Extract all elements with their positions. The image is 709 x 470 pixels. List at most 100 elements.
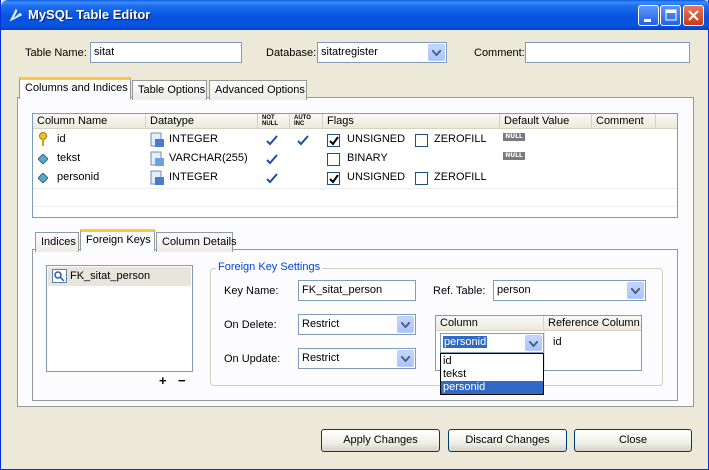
ref-table-value: person <box>497 284 531 296</box>
maximize-button[interactable] <box>660 5 681 26</box>
foreign-key-name: FK_sitat_person <box>70 270 151 282</box>
dropdown-option-tekst[interactable]: tekst <box>441 368 543 381</box>
reference-column-cell[interactable]: id <box>553 336 562 348</box>
chevron-down-icon <box>401 356 410 362</box>
minimize-button[interactable] <box>638 5 659 26</box>
close-window-button[interactable] <box>683 5 704 26</box>
apply-changes-button[interactable]: Apply Changes <box>321 429 440 452</box>
mapping-column-dropdown-button[interactable] <box>525 335 542 351</box>
not-null-check-icon[interactable] <box>266 154 278 165</box>
default-null-badge[interactable]: NULL <box>503 152 525 160</box>
database-dropdown-button[interactable] <box>428 44 445 61</box>
header-default-value[interactable]: Default Value <box>500 114 592 129</box>
column-mapping-header: Column Reference Column <box>436 316 641 331</box>
mapping-column-dropdown-list[interactable]: id tekst personid <box>440 353 544 395</box>
header-mapping-column[interactable]: Column <box>436 316 544 331</box>
comment-label: Comment: <box>474 47 525 59</box>
tab-advanced-options[interactable]: Advanced Options <box>209 80 307 100</box>
table-row[interactable]: id INTEGER UNSIGNED ZEROFILL NULL <box>33 131 677 149</box>
row-divider <box>33 206 677 207</box>
columns-grid[interactable]: Column Name Datatype NOT NULL AUTO INC Fla… <box>32 113 678 218</box>
title-bar[interactable]: MySQL Table Editor <box>1 0 709 30</box>
header-flags[interactable]: Flags <box>323 114 500 129</box>
mapping-column-select[interactable]: personid <box>440 333 544 353</box>
column-name-cell: id <box>57 133 66 145</box>
dropdown-option-id[interactable]: id <box>441 355 543 368</box>
tab-foreign-keys[interactable]: Foreign Keys <box>80 229 155 251</box>
unsigned-label: UNSIGNED <box>347 171 406 183</box>
database-select[interactable]: sitatregister <box>317 42 447 63</box>
datatype-cell: VARCHAR(255) <box>169 152 248 164</box>
columns-grid-header: Column Name Datatype NOT NULL AUTO INC Fla… <box>33 114 677 129</box>
not-null-check-icon[interactable] <box>266 173 278 184</box>
on-delete-select[interactable]: Restrict <box>298 314 416 335</box>
add-foreign-key-button[interactable]: + <box>159 373 167 388</box>
close-icon <box>688 10 699 21</box>
table-row[interactable]: personid INTEGER UNSIGNED ZEROFILL <box>33 169 677 187</box>
tab-table-options[interactable]: Table Options <box>132 80 207 100</box>
dropdown-option-personid[interactable]: personid <box>441 381 543 394</box>
zerofill-checkbox[interactable] <box>415 172 428 185</box>
on-update-value: Restrict <box>302 352 340 364</box>
header-not-null-line2: NULL <box>262 121 278 127</box>
ref-table-dropdown-button[interactable] <box>627 282 644 299</box>
on-delete-dropdown-button[interactable] <box>397 316 414 333</box>
ref-table-label: Ref. Table: <box>433 285 486 297</box>
list-item[interactable]: FK_sitat_person <box>48 267 191 286</box>
table-name-label: Table Name: <box>25 47 87 59</box>
database-value: sitatregister <box>321 46 378 58</box>
tab-column-details[interactable]: Column Details <box>156 232 237 252</box>
header-auto-inc[interactable]: AUTO INC <box>290 114 323 129</box>
datatype-integer-icon <box>150 132 164 147</box>
header-column-name[interactable]: Column Name <box>33 114 146 129</box>
mapping-column-value: personid <box>443 336 488 348</box>
chevron-down-icon <box>631 288 640 294</box>
datatype-cell: INTEGER <box>169 133 218 145</box>
maximize-icon <box>665 9 677 21</box>
not-null-check-icon[interactable] <box>266 135 278 146</box>
close-button[interactable]: Close <box>574 429 692 452</box>
datatype-cell: INTEGER <box>169 171 218 183</box>
header-auto-inc-line2: INC <box>294 121 305 127</box>
unsigned-label: UNSIGNED <box>347 133 406 145</box>
unsigned-checkbox[interactable] <box>327 134 340 147</box>
discard-changes-button[interactable]: Discard Changes <box>448 429 567 452</box>
binary-label: BINARY <box>347 152 388 164</box>
datatype-varchar-icon <box>150 151 164 166</box>
column-divider <box>544 331 545 370</box>
key-name-label: Key Name: <box>224 285 279 297</box>
tab-columns-and-indices[interactable]: Columns and Indices <box>19 77 131 99</box>
header-comment[interactable]: Comment <box>592 114 656 129</box>
table-editor-window: MySQL Table Editor Table Name: sitat Dat… <box>0 0 709 470</box>
app-logo-icon <box>9 8 23 22</box>
check-icon <box>329 174 339 184</box>
default-null-badge[interactable]: NULL <box>503 133 525 141</box>
datatype-integer-icon <box>150 170 164 185</box>
key-name-input[interactable]: FK_sitat_person <box>298 280 416 301</box>
foreign-key-list[interactable]: FK_sitat_person <box>46 265 193 372</box>
header-reference-column[interactable]: Reference Column <box>544 316 641 331</box>
column-name-cell: personid <box>57 171 100 183</box>
on-update-select[interactable]: Restrict <box>298 348 416 369</box>
comment-input[interactable] <box>525 42 690 63</box>
on-update-label: On Update: <box>224 353 281 365</box>
remove-foreign-key-button[interactable]: − <box>178 373 186 388</box>
chevron-down-icon <box>401 322 410 328</box>
auto-inc-check-icon[interactable] <box>297 135 309 146</box>
foreign-key-icon <box>52 269 67 283</box>
table-row[interactable]: tekst VARCHAR(255) BINARY NULL <box>33 150 677 168</box>
on-delete-label: On Delete: <box>224 319 277 331</box>
column-name-cell: tekst <box>57 152 81 164</box>
primary-key-icon <box>39 132 47 146</box>
header-not-null[interactable]: NOT NULL <box>258 114 290 129</box>
zerofill-checkbox[interactable] <box>415 134 428 147</box>
on-delete-value: Restrict <box>302 318 340 330</box>
tab-indices[interactable]: Indices <box>35 232 79 252</box>
foreign-key-settings-title: Foreign Key Settings <box>216 261 323 273</box>
on-update-dropdown-button[interactable] <box>397 350 414 367</box>
unsigned-checkbox[interactable] <box>327 172 340 185</box>
header-datatype[interactable]: Datatype <box>146 114 258 129</box>
ref-table-select[interactable]: person <box>493 280 646 301</box>
binary-checkbox[interactable] <box>327 153 340 166</box>
table-name-input[interactable]: sitat <box>90 42 242 63</box>
